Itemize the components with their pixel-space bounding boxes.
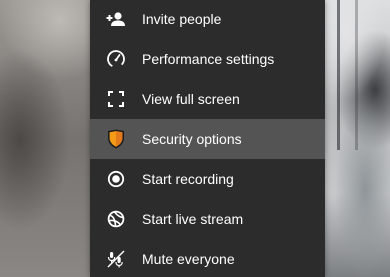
menu-item-security-options[interactable]: Security options [90,119,325,159]
live-stream-icon [105,208,127,230]
menu-item-view-full-screen[interactable]: View full screen [90,79,325,119]
menu-item-performance-settings[interactable]: Performance settings [90,39,325,79]
security-shield-icon [105,128,127,150]
record-icon [105,168,127,190]
menu-item-invite-people[interactable]: Invite people [90,0,325,39]
overflow-menu: Invite people Performance settings View … [90,0,325,277]
menu-item-label: Performance settings [142,51,275,67]
invite-people-icon [105,8,127,30]
mute-everyone-icon [105,248,127,270]
menu-item-label: Invite people [142,11,222,27]
fullscreen-icon [105,88,127,110]
menu-item-label: Start live stream [142,211,244,227]
menu-item-label: View full screen [142,91,240,107]
menu-item-start-live-stream[interactable]: Start live stream [90,199,325,239]
menu-item-start-recording[interactable]: Start recording [90,159,325,199]
speedometer-icon [105,48,127,70]
video-background-left [0,0,90,277]
menu-item-label: Security options [142,131,242,147]
menu-item-label: Start recording [142,171,234,187]
menu-item-label: Mute everyone [142,251,235,267]
menu-item-mute-everyone[interactable]: Mute everyone [90,239,325,277]
video-background-right [325,0,390,277]
